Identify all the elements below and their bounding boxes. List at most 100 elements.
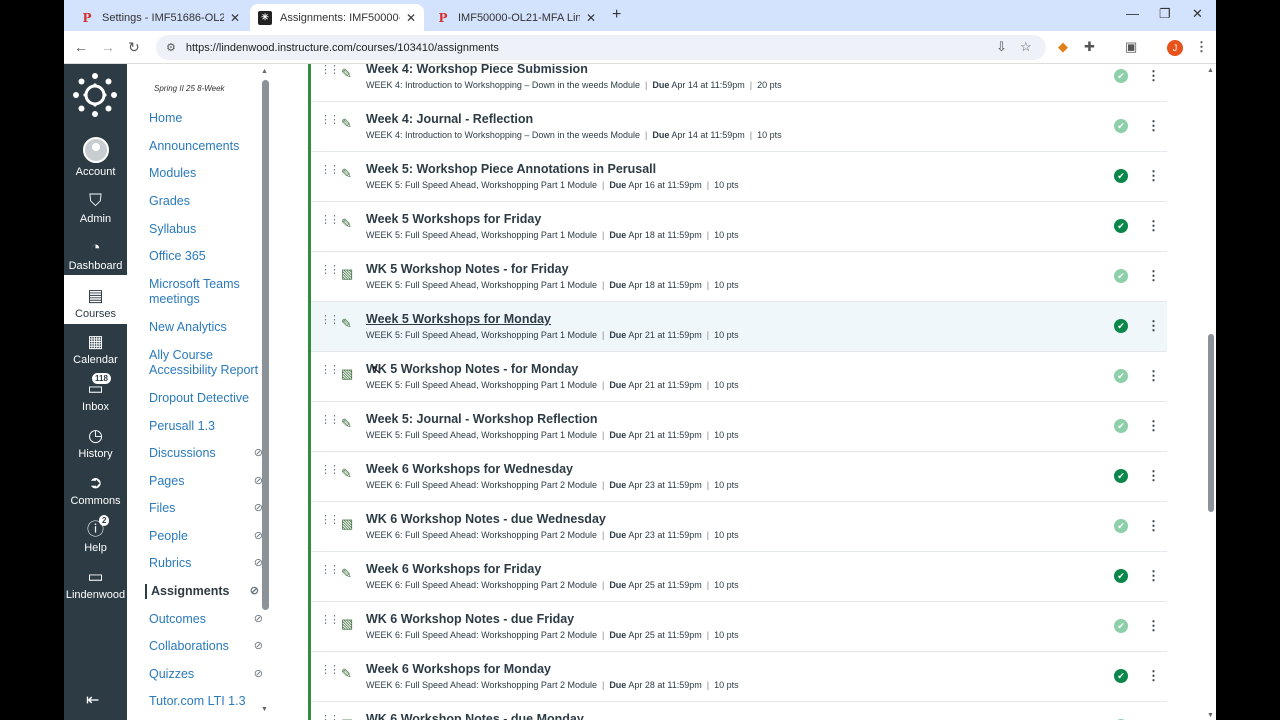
assignment-row[interactable]: ⋮⋮ ▧ WK 6 Workshop Notes - due Friday WEEK … bbox=[311, 602, 1167, 652]
reload-icon[interactable]: ↻ bbox=[128, 39, 140, 56]
course-nav-new-analytics[interactable]: New Analytics bbox=[149, 320, 267, 335]
published-check-icon[interactable]: ✔ bbox=[1114, 669, 1128, 683]
course-nav-people[interactable]: People ⊘ bbox=[149, 529, 267, 544]
assignment-title-link[interactable]: WK 6 Workshop Notes - due Wednesday bbox=[366, 512, 606, 526]
browser-tab[interactable]: P IMF50000-OL21-MFA Lindenw ✕ bbox=[428, 4, 604, 31]
drag-handle-icon[interactable]: ⋮⋮ bbox=[320, 565, 340, 576]
drag-handle-icon[interactable]: ⋮⋮ bbox=[320, 265, 340, 276]
site-info-icon[interactable]: ⚙ bbox=[166, 41, 176, 54]
address-bar[interactable]: ⚙ https://lindenwood.instructure.com/cou… bbox=[156, 35, 1046, 60]
assignment-row[interactable]: ⋮⋮ ✎ Week 4: Workshop Piece Submission WEEK… bbox=[311, 64, 1167, 102]
published-check-icon[interactable]: ✔ bbox=[1114, 619, 1128, 633]
course-nav-tutor[interactable]: Tutor.com LTI 1.3 bbox=[149, 694, 267, 709]
assignment-title-link[interactable]: Week 6 Workshops for Wednesday bbox=[366, 462, 573, 476]
course-nav-discussions[interactable]: Discussions ⊘ bbox=[149, 446, 267, 461]
assignment-title-link[interactable]: Week 4: Journal - Reflection bbox=[366, 112, 533, 126]
forward-arrow-icon[interactable]: → bbox=[101, 39, 115, 55]
scroll-up-icon[interactable]: ▲ bbox=[1207, 67, 1214, 74]
global-nav-help[interactable]: ⓘ Help 2 bbox=[64, 508, 127, 554]
assignment-row[interactable]: ⋮⋮ ✎ Week 6 Workshops for Friday WEEK 6: Fu… bbox=[311, 552, 1167, 602]
side-panel-icon[interactable]: ▣ bbox=[1125, 39, 1137, 55]
global-nav-dashboard[interactable]: ◔ Dashboard bbox=[64, 226, 127, 273]
scroll-up-icon[interactable]: ▲ bbox=[261, 68, 268, 75]
assignment-title-link[interactable]: Week 5 Workshops for Friday bbox=[366, 212, 541, 226]
extensions-puzzle-icon[interactable]: ✚ bbox=[1084, 39, 1095, 55]
more-options-icon[interactable]: ⋮ bbox=[1147, 568, 1160, 584]
assignment-title-link[interactable]: WK 5 Workshop Notes - for Monday bbox=[366, 362, 578, 376]
course-nav-rubrics[interactable]: Rubrics ⊘ bbox=[149, 556, 267, 571]
published-check-icon[interactable]: ✔ bbox=[1114, 119, 1128, 133]
profile-avatar[interactable]: J bbox=[1167, 40, 1183, 56]
more-options-icon[interactable]: ⋮ bbox=[1147, 118, 1160, 134]
course-nav-pages[interactable]: Pages ⊘ bbox=[149, 474, 267, 489]
close-icon[interactable]: ✕ bbox=[230, 11, 240, 25]
drag-handle-icon[interactable]: ⋮⋮ bbox=[320, 365, 340, 376]
published-check-icon[interactable]: ✔ bbox=[1114, 319, 1128, 333]
course-nav-scrollbar[interactable]: ▲ ▼ bbox=[261, 68, 270, 713]
assignment-row[interactable]: ⋮⋮ ✎ Week 5: Journal - Workshop Reflection… bbox=[311, 402, 1167, 452]
minimize-icon[interactable]: — bbox=[1126, 6, 1139, 21]
window-close-icon[interactable]: ✕ bbox=[1192, 6, 1203, 22]
more-options-icon[interactable]: ⋮ bbox=[1147, 368, 1160, 384]
assignment-title-link[interactable]: Week 5: Workshop Piece Annotations in Pe… bbox=[366, 162, 656, 176]
course-nav-syllabus[interactable]: Syllabus bbox=[149, 222, 267, 237]
assignment-row[interactable]: ⋮⋮ ▧ WK 5 Workshop Notes - for Monday WEEK … bbox=[311, 352, 1167, 402]
page-scrollbar[interactable]: ▲ ▼ bbox=[1206, 64, 1216, 720]
assignment-row[interactable]: ⋮⋮ ▧ WK 6 Workshop Notes - due Wednesday WE… bbox=[311, 502, 1167, 552]
global-nav-account[interactable]: Account bbox=[64, 132, 127, 178]
assignment-row[interactable]: ⋮⋮ ✎ Week 6 Workshops for Wednesday WEEK 6:… bbox=[311, 452, 1167, 502]
drag-handle-icon[interactable]: ⋮⋮ bbox=[320, 315, 340, 326]
assignment-title-link[interactable]: WK 6 Workshop Notes - due Friday bbox=[366, 612, 574, 626]
course-nav-home[interactable]: Home bbox=[149, 111, 267, 126]
published-check-icon[interactable]: ✔ bbox=[1114, 419, 1128, 433]
assignment-title-link[interactable]: Week 6 Workshops for Friday bbox=[366, 562, 541, 576]
drag-handle-icon[interactable]: ⋮⋮ bbox=[320, 615, 340, 626]
course-nav-outcomes[interactable]: Outcomes ⊘ bbox=[149, 612, 267, 627]
bookmark-star-icon[interactable]: ☆ bbox=[1020, 39, 1032, 55]
assignment-row[interactable]: ⋮⋮ ✎ Week 6 Workshops for Monday WEEK 6: Fu… bbox=[311, 652, 1167, 702]
drag-handle-icon[interactable]: ⋮⋮ bbox=[320, 515, 340, 526]
course-nav-quizzes[interactable]: Quizzes ⊘ bbox=[149, 667, 267, 682]
course-nav-modules[interactable]: Modules bbox=[149, 166, 267, 181]
drag-handle-icon[interactable]: ⋮⋮ bbox=[320, 665, 340, 676]
assignment-title-link[interactable]: Week 6 Workshops for Monday bbox=[366, 662, 551, 676]
more-options-icon[interactable]: ⋮ bbox=[1147, 668, 1160, 684]
collapse-nav-icon[interactable]: ⇤ bbox=[86, 690, 99, 710]
assignment-title-link[interactable]: WK 6 Workshop Notes - due Monday bbox=[366, 712, 584, 720]
course-nav-ally-report[interactable]: Ally Course Accessibility Report bbox=[149, 348, 267, 378]
drag-handle-icon[interactable]: ⋮⋮ bbox=[320, 115, 340, 126]
assignment-row[interactable]: ⋮⋮ ✎ Week 5 Workshops for Friday WEEK 5: Fu… bbox=[311, 202, 1167, 252]
published-check-icon[interactable]: ✔ bbox=[1114, 519, 1128, 533]
drag-handle-icon[interactable]: ⋮⋮ bbox=[320, 65, 340, 76]
published-check-icon[interactable]: ✔ bbox=[1114, 219, 1128, 233]
more-options-icon[interactable]: ⋮ bbox=[1147, 318, 1160, 334]
global-nav-lindenwood[interactable]: ▭ Lindenwood bbox=[64, 555, 127, 602]
assignment-row[interactable]: ⋮⋮ ✎ Week 5: Workshop Piece Annotations in… bbox=[311, 152, 1167, 202]
assignment-title-link[interactable]: Week 5: Journal - Workshop Reflection bbox=[366, 412, 598, 426]
global-nav-inbox[interactable]: ▭ Inbox 118 bbox=[64, 367, 127, 413]
global-nav-history[interactable]: ◷ History bbox=[64, 414, 127, 461]
course-nav-perusall[interactable]: Perusall 1.3 bbox=[149, 419, 267, 434]
more-options-icon[interactable]: ⋮ bbox=[1147, 468, 1160, 484]
course-nav-office-365[interactable]: Office 365 bbox=[149, 249, 267, 264]
course-nav-announcements[interactable]: Announcements bbox=[149, 139, 267, 154]
assignment-row[interactable]: ⋮⋮ ✎ Week 4: Journal - Reflection WEEK 4: I… bbox=[311, 102, 1167, 152]
assignment-row[interactable]: ⋮⋮ ✎ Week 5 Workshops for Monday WEEK 5: Fu… bbox=[311, 302, 1167, 352]
more-options-icon[interactable]: ⋮ bbox=[1147, 268, 1160, 284]
scrollbar-thumb[interactable] bbox=[1208, 334, 1214, 512]
global-nav-admin[interactable]: ⛉ Admin bbox=[64, 179, 127, 226]
more-options-icon[interactable]: ⋮ bbox=[1147, 218, 1160, 234]
extension-icon[interactable]: ◆ bbox=[1058, 39, 1068, 55]
more-options-icon[interactable]: ⋮ bbox=[1147, 68, 1160, 84]
course-nav-files[interactable]: Files ⊘ bbox=[149, 501, 267, 516]
scroll-down-icon[interactable]: ▼ bbox=[1207, 712, 1214, 719]
global-nav-courses[interactable]: ▤ Courses bbox=[64, 275, 127, 324]
published-check-icon[interactable]: ✔ bbox=[1114, 469, 1128, 483]
canvas-logo-icon[interactable] bbox=[72, 72, 118, 118]
drag-handle-icon[interactable]: ⋮⋮ bbox=[320, 465, 340, 476]
browser-tab[interactable]: P Settings - IMF51686-OL21-Fict ✕ bbox=[72, 4, 248, 31]
scroll-down-icon[interactable]: ▼ bbox=[261, 706, 268, 713]
published-check-icon[interactable]: ✔ bbox=[1114, 69, 1128, 83]
global-nav-commons[interactable]: ➲ Commons bbox=[64, 461, 127, 508]
published-check-icon[interactable]: ✔ bbox=[1114, 169, 1128, 183]
